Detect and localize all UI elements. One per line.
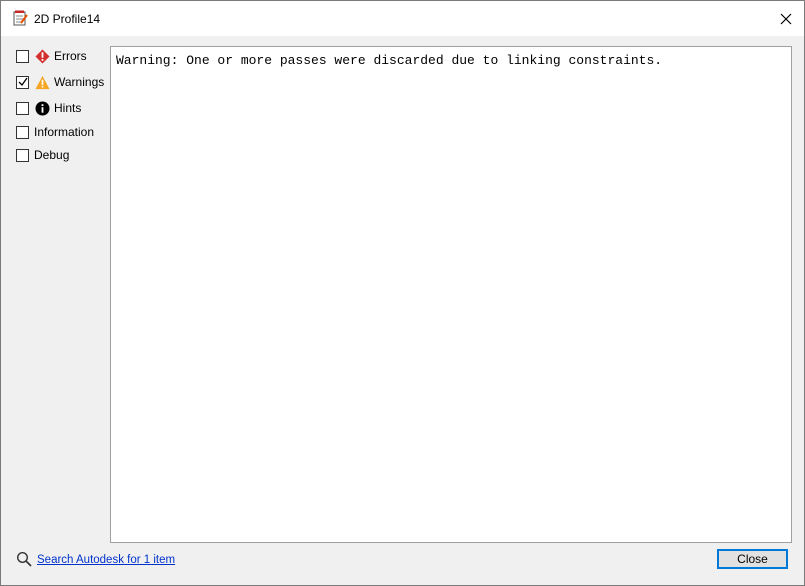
information-checkbox[interactable]: [16, 125, 29, 139]
filter-hints[interactable]: Hints: [16, 98, 81, 118]
window-title: 2D Profile14: [34, 12, 101, 26]
close-button[interactable]: Close: [717, 549, 788, 569]
filter-information[interactable]: Information: [16, 122, 94, 142]
filter-warnings[interactable]: Warnings: [16, 72, 104, 92]
log-dialog: 2D Profile14 Errors Warnings Hints Infor…: [0, 0, 805, 586]
notepad-icon: [12, 10, 28, 26]
warnings-label: Warnings: [54, 75, 105, 89]
warnings-checkbox[interactable]: [16, 75, 29, 89]
debug-label: Debug: [34, 148, 70, 162]
debug-checkbox[interactable]: [16, 148, 29, 162]
errors-label: Errors: [54, 49, 87, 63]
hints-label: Hints: [54, 101, 82, 115]
filter-errors[interactable]: Errors: [16, 46, 87, 66]
window-close-button[interactable]: [773, 6, 799, 32]
warning-icon: [35, 75, 50, 90]
close-icon: [780, 13, 792, 25]
log-line: Warning: One or more passes were discard…: [116, 53, 663, 68]
error-icon: [35, 49, 50, 64]
title-bar[interactable]: 2D Profile14: [1, 1, 804, 36]
information-label: Information: [34, 125, 95, 139]
log-output[interactable]: Warning: One or more passes were discard…: [110, 46, 792, 543]
search-autodesk-link[interactable]: Search Autodesk for 1 item: [37, 554, 175, 566]
checkmark-icon: [18, 77, 28, 86]
search-icon: [16, 551, 32, 567]
errors-checkbox[interactable]: [16, 49, 29, 63]
info-icon: [35, 101, 50, 116]
hints-checkbox[interactable]: [16, 101, 29, 115]
filter-debug[interactable]: Debug: [16, 145, 69, 165]
